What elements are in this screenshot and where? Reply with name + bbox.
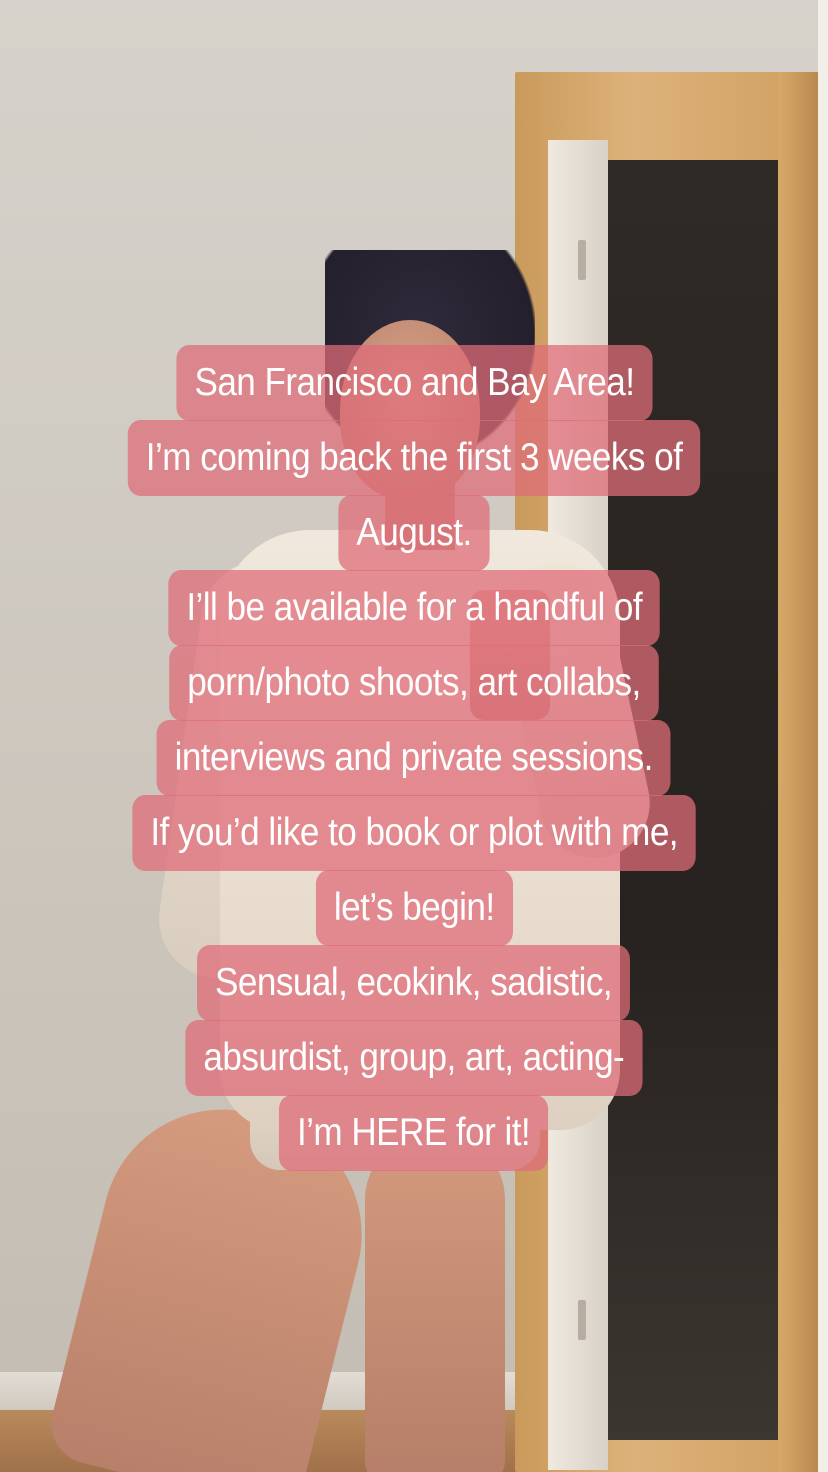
caption-line: August.: [338, 495, 490, 571]
door-hinge: [578, 240, 586, 280]
caption-line: I’m HERE for it!: [279, 1095, 549, 1171]
caption-line: San Francisco and Bay Area!: [175, 345, 653, 421]
caption-line: I’ll be available for a handful of: [168, 570, 660, 646]
caption-line: Sensual, ecokink, sadistic,: [197, 945, 631, 1021]
caption-line: I’m coming back the first 3 weeks of: [127, 420, 701, 496]
story-caption: San Francisco and Bay Area! I’m coming b…: [0, 345, 828, 1171]
caption-line: porn/photo shoots, art collabs,: [169, 645, 659, 721]
caption-line: interviews and private sessions.: [156, 720, 672, 796]
person-leg-right: [365, 1130, 505, 1472]
caption-line: If you’d like to book or plot with me,: [132, 795, 696, 871]
caption-line: absurdist, group, art, acting-: [185, 1020, 643, 1096]
caption-line: let’s begin!: [315, 870, 513, 946]
door-hinge: [578, 1300, 586, 1340]
story-viewer[interactable]: San Francisco and Bay Area! I’m coming b…: [0, 0, 828, 1472]
